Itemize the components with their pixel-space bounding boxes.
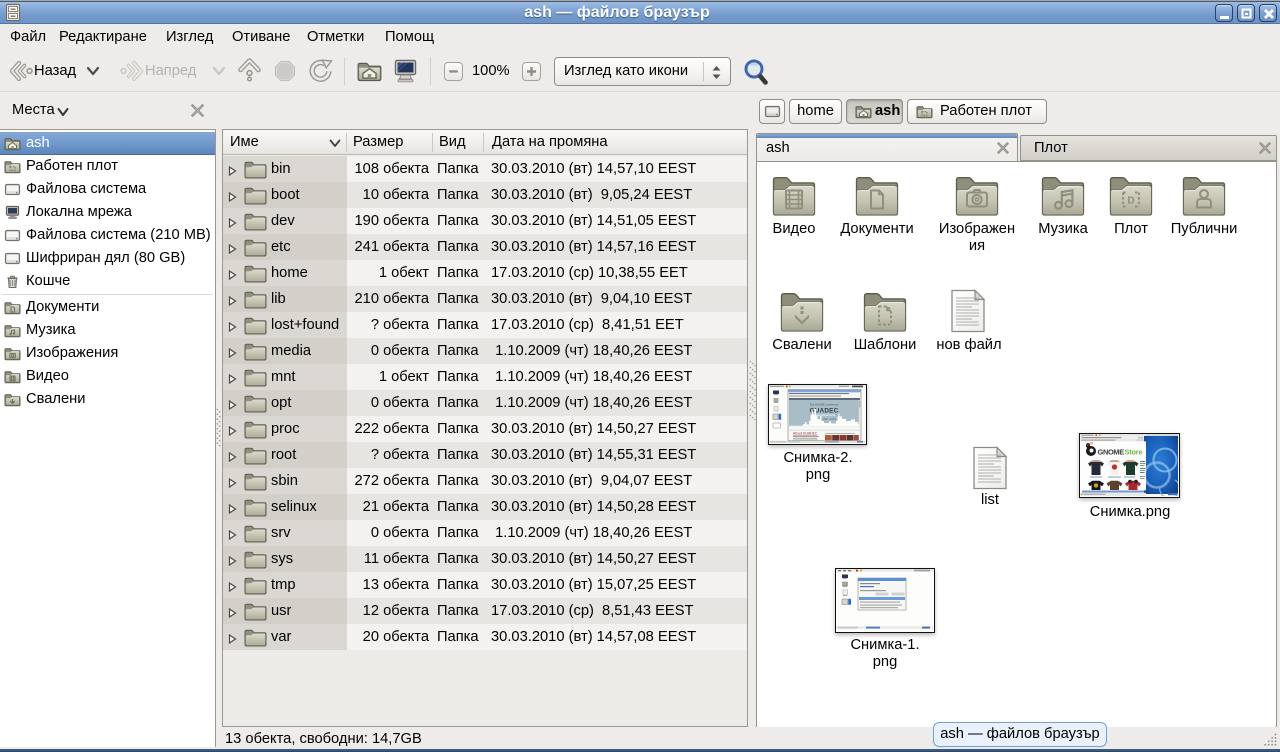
- svg-text:GUADEC: GUADEC: [810, 408, 839, 415]
- svg-text:D: D: [1127, 196, 1134, 207]
- svg-text:The GNOME conference: The GNOME conference: [810, 403, 839, 407]
- svg-text:Store: Store: [1125, 448, 1143, 457]
- svg-text:About GUADEC: About GUADEC: [793, 432, 818, 436]
- svg-text:GNOME: GNOME: [1098, 448, 1125, 457]
